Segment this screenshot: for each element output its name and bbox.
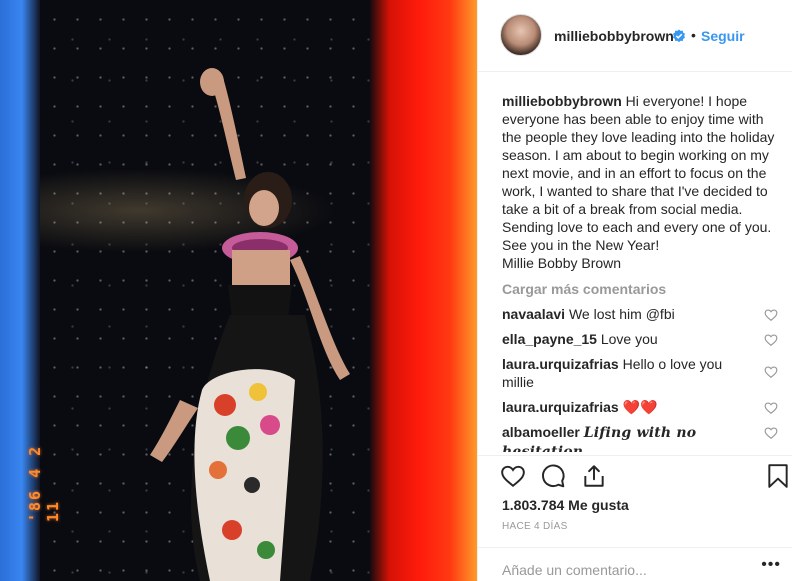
comment-like-heart-icon[interactable]: [764, 365, 778, 379]
comment-like-heart-icon[interactable]: [764, 308, 778, 322]
likes-count[interactable]: 1.803.784 Me gusta: [502, 497, 629, 513]
comment-like-heart-icon[interactable]: [764, 333, 778, 347]
post-header: milliebobbybrown • Seguir: [478, 0, 792, 72]
comment-item: navaalavi We lost him @fbi: [502, 305, 778, 323]
caption-signature: Millie Bobby Brown: [502, 255, 622, 271]
post-details-panel: milliebobbybrown • Seguir milliebobbybro…: [477, 0, 792, 581]
post-timestamp[interactable]: HACE 4 DÍAS: [502, 521, 568, 532]
caption-username[interactable]: milliebobbybrown: [502, 93, 622, 109]
comment-text: We lost him @fbi: [568, 306, 675, 322]
photo-date-stamp: '86 4 2 11: [26, 444, 62, 522]
comment-input[interactable]: Añade un comentario...: [502, 562, 647, 578]
comment-text: ❤️❤️: [622, 399, 658, 415]
comment-username[interactable]: albamoeller: [502, 424, 580, 440]
add-comment-bar: Añade un comentario... •••: [478, 547, 792, 581]
load-more-comments-button[interactable]: Cargar más comentarios: [502, 280, 778, 298]
avatar[interactable]: [500, 14, 542, 56]
comment-item: albamoeller Lifing with no hesitation: [502, 423, 778, 452]
more-options-icon[interactable]: •••: [761, 556, 781, 574]
caption-text: Hi everyone! I hope everyone has been ab…: [502, 93, 775, 235]
comment-username[interactable]: laura.urquizafrias: [502, 356, 619, 372]
comment-like-heart-icon[interactable]: [764, 426, 778, 440]
bookmark-icon[interactable]: [767, 463, 789, 489]
caption-line: See you in the New Year!: [502, 237, 660, 253]
header-separator: •: [691, 27, 696, 43]
comment-bubble-icon[interactable]: [540, 463, 566, 489]
photo-person-figure: [150, 68, 350, 581]
comment-text: Love you: [600, 331, 658, 347]
header-username[interactable]: milliebobbybrown: [554, 28, 674, 44]
heart-icon[interactable]: [500, 463, 526, 489]
post-photo[interactable]: '86 4 2 11: [0, 0, 477, 581]
share-icon[interactable]: [581, 463, 607, 489]
comment-username[interactable]: laura.urquizafrias: [502, 399, 619, 415]
comment-item: laura.urquizafrias Hello o love you mill…: [502, 355, 778, 391]
comment-item: laura.urquizafrias ❤️❤️: [502, 398, 778, 416]
comment-like-heart-icon[interactable]: [764, 401, 778, 415]
comments-list[interactable]: milliebobbybrown Hi everyone! I hope eve…: [502, 92, 778, 452]
comment-username[interactable]: ella_payne_15: [502, 331, 597, 347]
comment-item: ella_payne_15 Love you: [502, 330, 778, 348]
verified-badge-icon: [673, 29, 685, 43]
photo-light-leak-red: [370, 0, 477, 581]
follow-button[interactable]: Seguir: [701, 28, 745, 44]
post-actions-bar: [478, 455, 792, 495]
comment-username[interactable]: navaalavi: [502, 306, 565, 322]
post-caption: milliebobbybrown Hi everyone! I hope eve…: [502, 92, 778, 272]
